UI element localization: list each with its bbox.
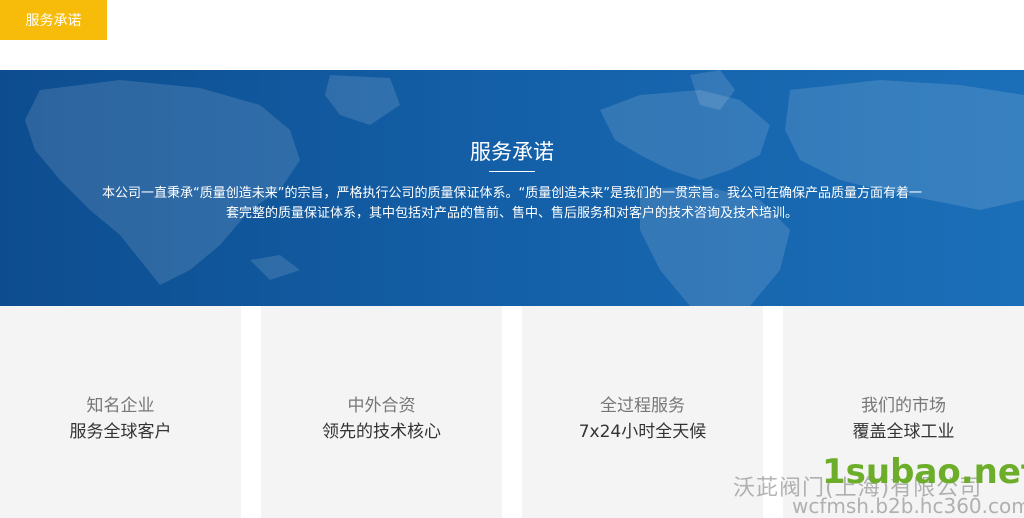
card-heading: 中外合资 — [347, 396, 416, 416]
title-underline — [489, 171, 535, 172]
feature-card-joint-venture: 中外合资 领先的技术核心 — [261, 306, 502, 518]
service-promise-tab[interactable]: 服务承诺 — [0, 0, 107, 40]
banner-description: 本公司一直秉承“质量创造未来”的宗旨，严格执行公司的质量保证体系。“质量创造未来… — [102, 186, 922, 221]
card-subheading: 领先的技术核心 — [322, 422, 441, 442]
card-heading: 知名企业 — [86, 396, 155, 416]
card-heading: 我们的市场 — [861, 396, 946, 416]
watermark-logo: 1subao.net — [822, 452, 1024, 492]
card-subheading: 7x24小时全天候 — [578, 422, 707, 442]
card-subheading: 服务全球客户 — [69, 422, 172, 442]
card-heading: 全过程服务 — [600, 396, 685, 416]
feature-card-brand: 知名企业 服务全球客户 — [0, 306, 241, 518]
banner-title: 服务承诺 — [470, 140, 554, 164]
service-banner: 服务承诺 本公司一直秉承“质量创造未来”的宗旨，严格执行公司的质量保证体系。“质… — [0, 70, 1024, 306]
watermark-url: wcfmsh.b2b.hc360.com — [792, 494, 1024, 518]
feature-card-full-service: 全过程服务 7x24小时全天候 — [522, 306, 763, 518]
card-subheading: 覆盖全球工业 — [852, 422, 955, 442]
